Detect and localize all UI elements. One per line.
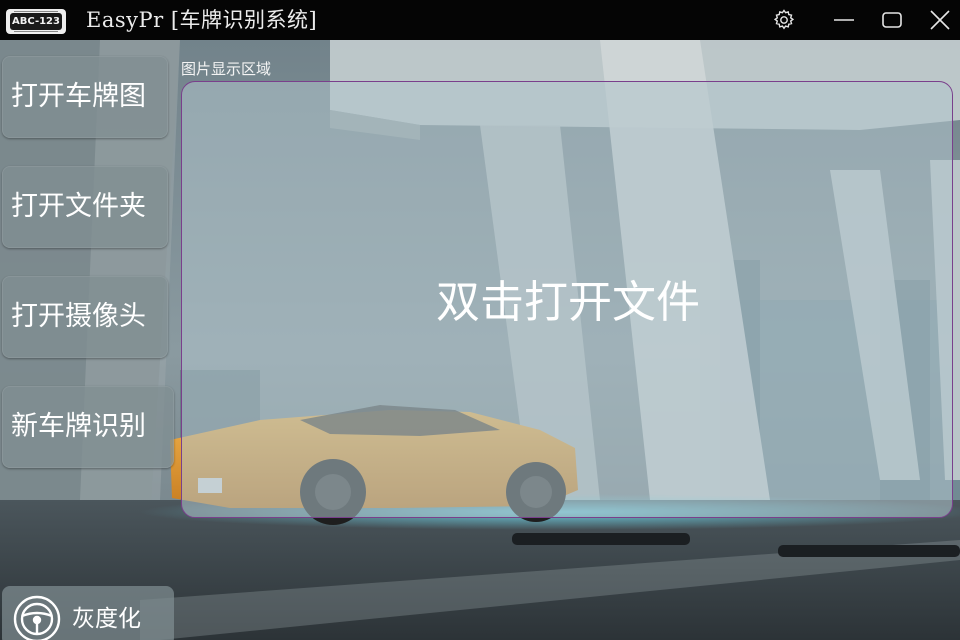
maximize-button[interactable]	[872, 0, 912, 40]
new-plate-recognition-button[interactable]: 新车牌识别	[2, 386, 174, 468]
open-plate-image-button[interactable]: 打开车牌图	[2, 56, 168, 138]
close-icon	[930, 10, 950, 30]
logo-plate-text: ABC-123	[10, 13, 62, 30]
logo-rail-bottom	[14, 31, 58, 32]
open-folder-button[interactable]: 打开文件夹	[2, 166, 168, 248]
open-camera-button[interactable]: 打开摄像头	[2, 276, 168, 358]
gear-icon	[773, 9, 795, 30]
app-window: ABC-123 EasyPr [车牌识别系统] 打开车牌图 打开文件夹 打开摄像…	[0, 0, 960, 640]
minimize-button[interactable]	[824, 0, 864, 40]
grayscale-button[interactable]: 灰度化	[2, 586, 174, 640]
logo-rail-top	[14, 11, 58, 12]
image-display-area[interactable]: 双击打开文件	[181, 81, 953, 518]
title-bar: ABC-123 EasyPr [车牌识别系统]	[0, 0, 960, 40]
settings-button[interactable]	[764, 0, 804, 40]
steering-wheel-icon	[13, 595, 61, 640]
app-logo: ABC-123	[6, 9, 66, 34]
grayscale-label: 灰度化	[72, 606, 141, 632]
window-title: EasyPr [车牌识别系统]	[86, 8, 318, 32]
display-area-caption: 图片显示区域	[181, 60, 272, 78]
minimize-icon	[834, 19, 854, 21]
open-file-hint: 双击打开文件	[436, 277, 700, 328]
maximize-icon	[882, 12, 902, 28]
close-button[interactable]	[920, 0, 960, 40]
